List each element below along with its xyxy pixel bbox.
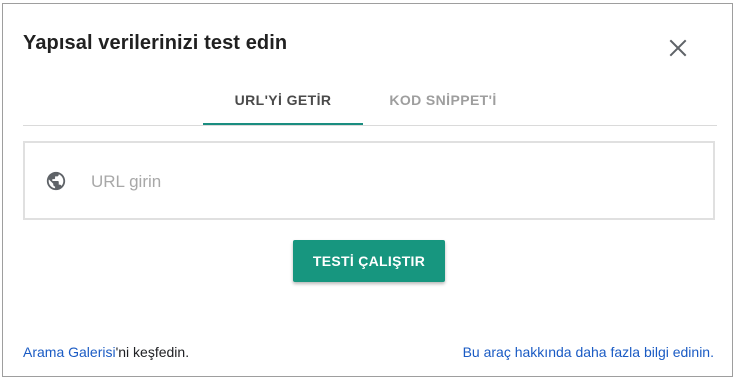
close-icon[interactable]: [667, 37, 689, 59]
footer-gallery-text: Arama Galerisi'ni keşfedin.: [23, 344, 189, 360]
url-input[interactable]: [89, 165, 693, 199]
search-gallery-link[interactable]: Arama Galerisi: [23, 344, 116, 360]
tab-fetch-url[interactable]: URL'Yİ GETİR: [203, 77, 363, 125]
globe-icon: [45, 170, 67, 192]
gallery-suffix-text: 'ni keşfedin.: [115, 344, 190, 360]
run-test-button[interactable]: TESTİ ÇALIŞTIR: [293, 240, 445, 282]
structured-data-test-dialog: Yapısal verilerinizi test edin URL'Yİ GE…: [2, 3, 733, 377]
footer-learn-more: Bu araç hakkında daha fazla bilgi edinin…: [463, 344, 714, 360]
tab-code-snippet[interactable]: KOD SNİPPET'İ: [363, 77, 523, 123]
tab-bar: URL'Yİ GETİR KOD SNİPPET'İ: [23, 77, 717, 126]
dialog-title: Yapısal verilerinizi test edin: [23, 32, 288, 54]
learn-more-link[interactable]: Bu araç hakkında daha fazla bilgi edinin…: [463, 344, 714, 360]
url-input-container: [23, 141, 715, 220]
